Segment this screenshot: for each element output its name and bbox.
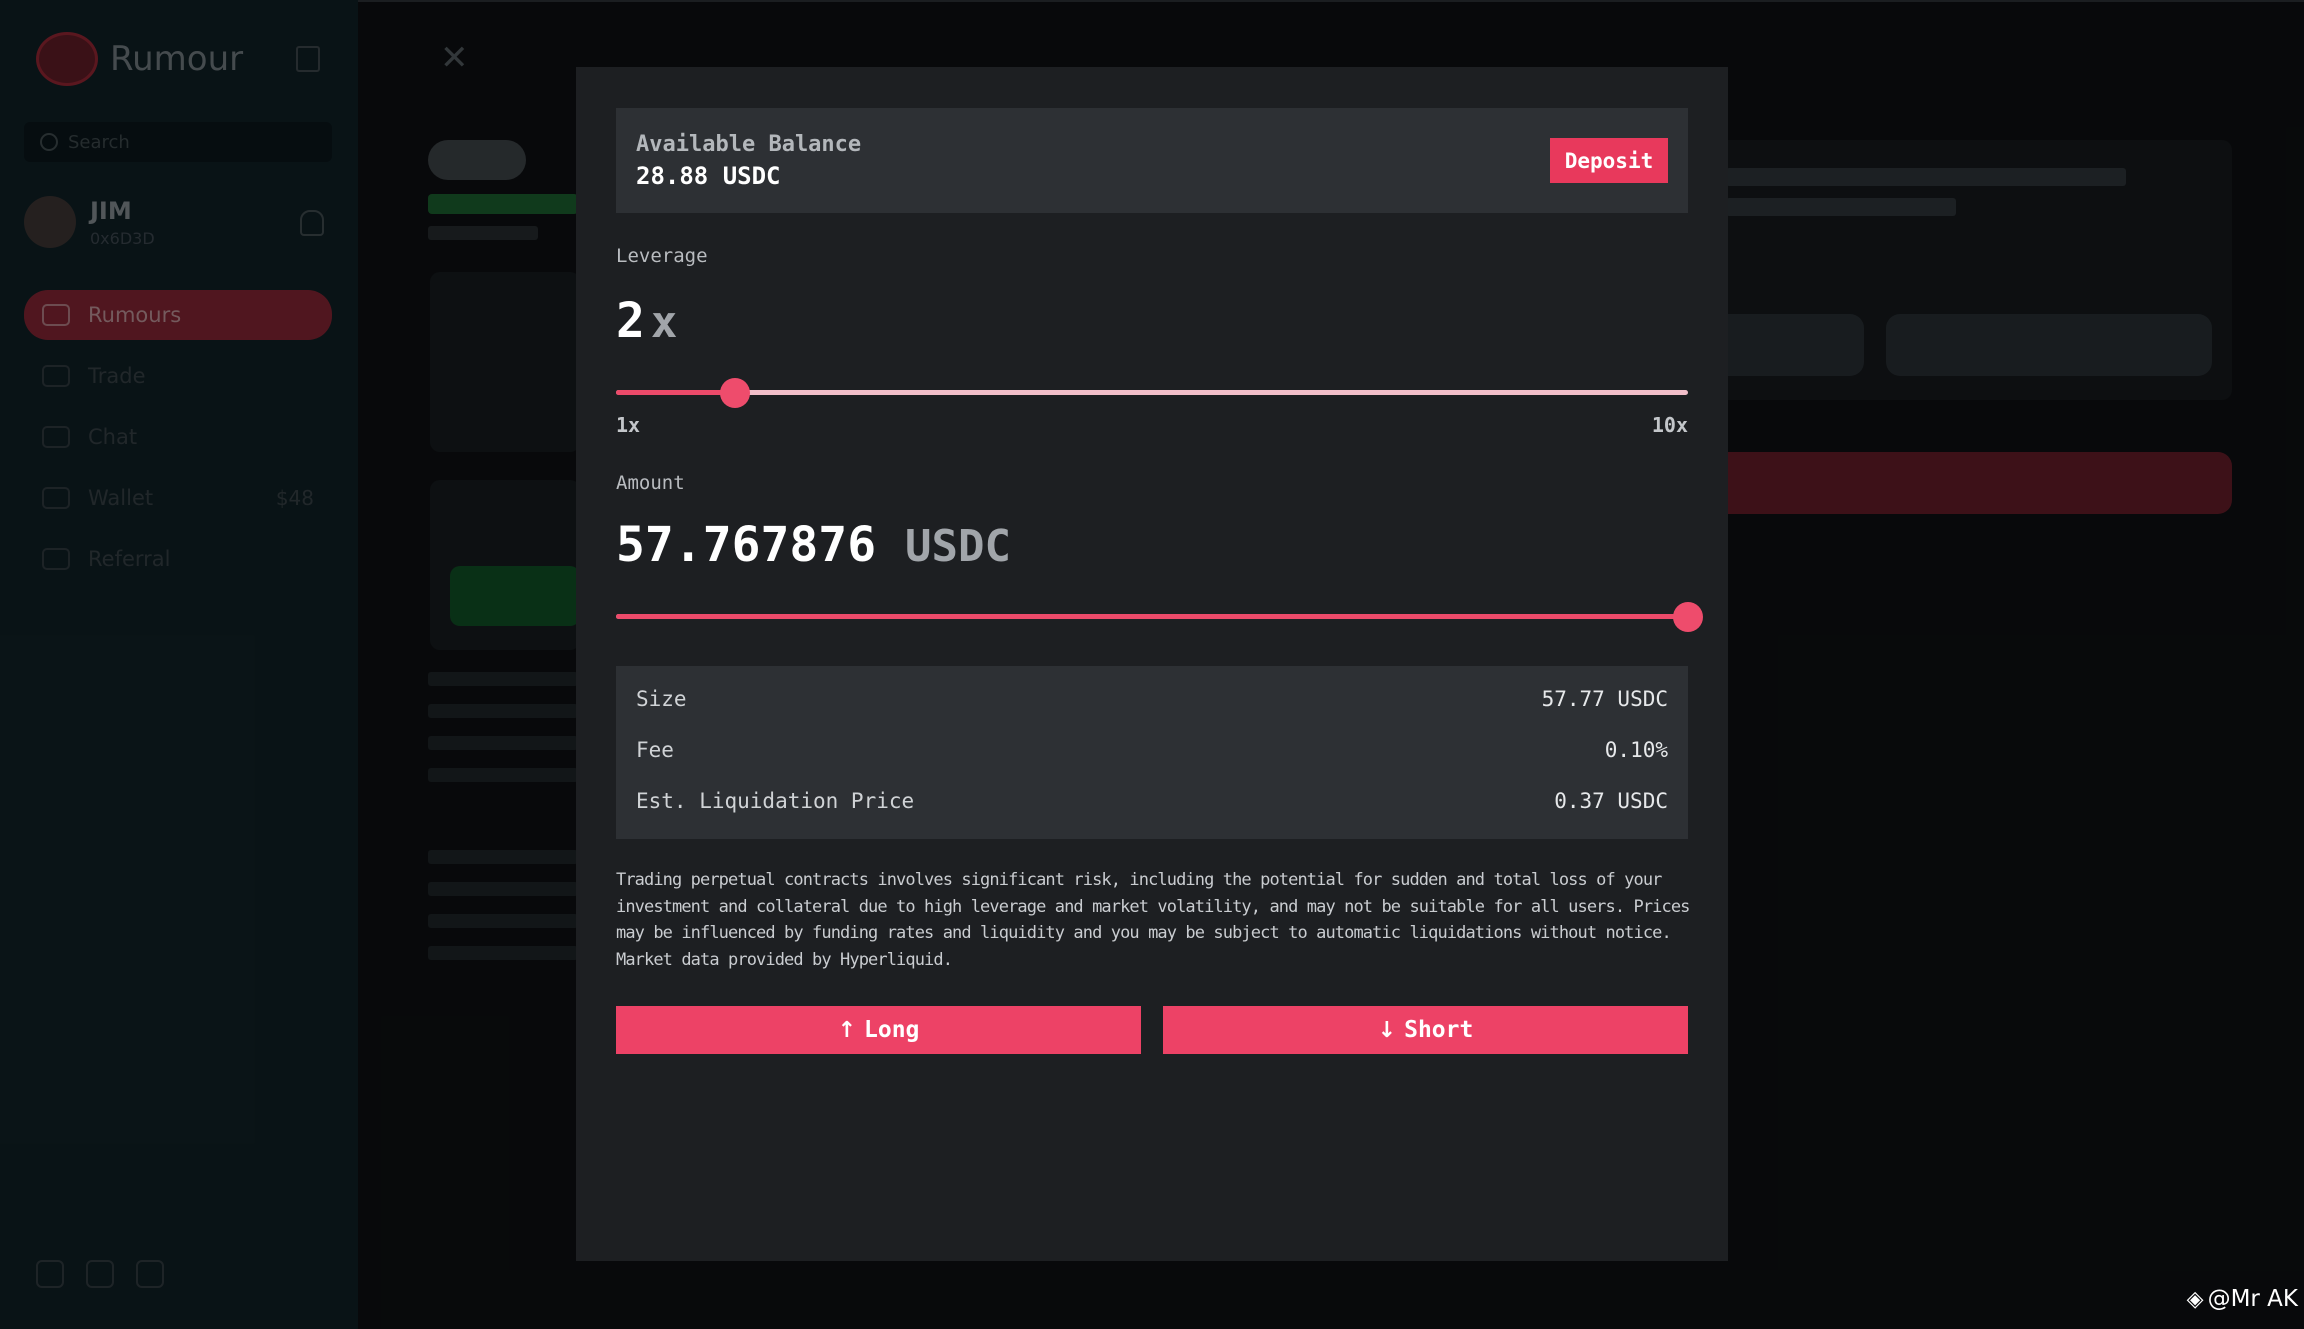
deposit-button[interactable]: Deposit — [1550, 138, 1668, 183]
order-summary: Size 57.77 USDC Fee 0.10% Est. Liquidati… — [616, 666, 1688, 839]
balance-panel: Available Balance 28.88 USDC Deposit — [616, 108, 1688, 213]
long-button-label: Long — [864, 1017, 920, 1043]
short-button[interactable]: ↓ Short — [1163, 1006, 1688, 1054]
amount-value: 57.767876 — [616, 517, 877, 573]
leverage-display: 2x — [616, 293, 677, 349]
trade-modal: Available Balance 28.88 USDC Deposit Lev… — [576, 67, 1728, 1261]
binance-icon: ◈ — [2186, 1286, 2204, 1312]
long-button[interactable]: ↑ Long — [616, 1006, 1141, 1054]
summary-value: 0.37 USDC — [1554, 789, 1668, 813]
summary-value: 0.10% — [1604, 738, 1668, 762]
leverage-label: Leverage — [616, 245, 708, 267]
summary-row-fee: Fee 0.10% — [636, 738, 1668, 768]
leverage-value: 2 — [616, 293, 645, 349]
risk-disclaimer: Trading perpetual contracts involves sig… — [616, 870, 1690, 970]
summary-key: Size — [636, 687, 687, 711]
watermark: ◈ @Mr AK — [2187, 1286, 2298, 1312]
balance-label: Available Balance — [636, 132, 862, 157]
summary-key: Est. Liquidation Price — [636, 789, 915, 813]
summary-row-size: Size 57.77 USDC — [636, 687, 1668, 717]
amount-label: Amount — [616, 472, 685, 494]
leverage-unit: x — [650, 297, 678, 348]
leverage-slider-fill — [616, 390, 735, 395]
amount-slider[interactable] — [616, 602, 1703, 632]
watermark-text: @Mr AK — [2207, 1286, 2298, 1312]
summary-value: 57.77 USDC — [1541, 687, 1668, 711]
summary-key: Fee — [636, 738, 674, 762]
amount-slider-fill — [616, 614, 1688, 619]
short-button-label: Short — [1404, 1017, 1474, 1043]
amount-slider-thumb[interactable] — [1673, 602, 1703, 632]
amount-unit: USDC — [905, 521, 1011, 572]
leverage-max-label: 10x — [1651, 413, 1688, 437]
summary-row-liquidation-price: Est. Liquidation Price 0.37 USDC — [636, 789, 1668, 819]
leverage-slider-thumb[interactable] — [719, 378, 750, 408]
leverage-min-label: 1x — [616, 413, 641, 437]
arrow-up-icon: ↑ — [837, 1017, 857, 1043]
amount-display[interactable]: 57.767876 USDC — [616, 517, 1011, 573]
arrow-down-icon: ↓ — [1377, 1017, 1397, 1043]
balance-value: 28.88 USDC — [636, 162, 781, 190]
leverage-slider[interactable] — [616, 378, 1688, 408]
